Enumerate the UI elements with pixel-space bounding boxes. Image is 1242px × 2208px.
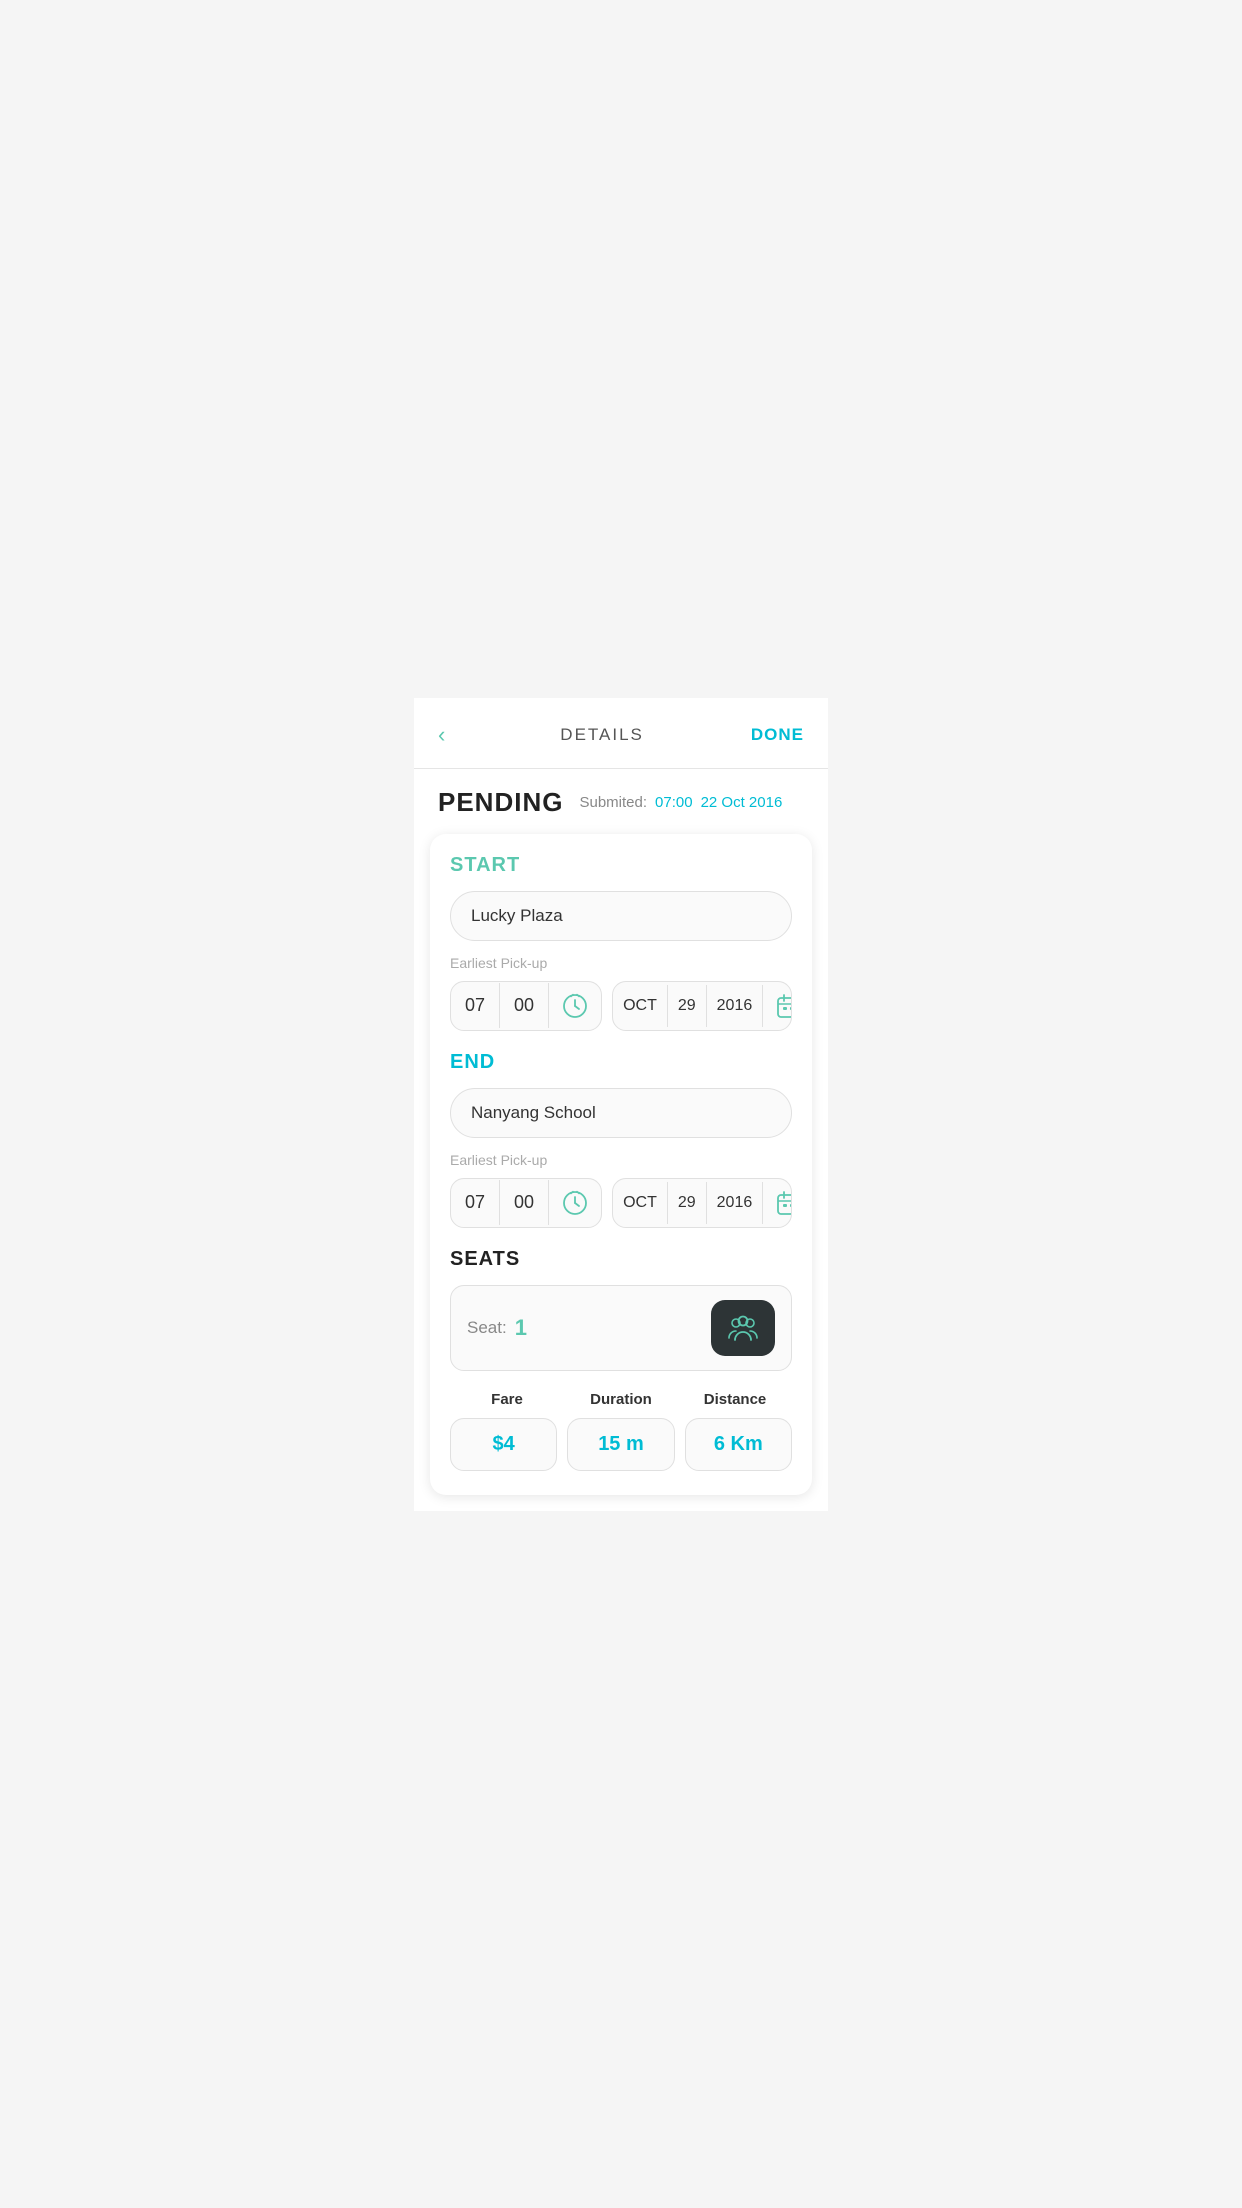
start-calendar-icon[interactable] [763,982,792,1030]
start-location[interactable]: Lucky Plaza [450,891,792,941]
end-month: OCT [613,1182,668,1224]
start-section: START Lucky Plaza Earliest Pick-up 07 00 [450,854,792,1031]
seat-count: 1 [515,1315,527,1341]
stats-values: $4 15 m 6 Km [450,1418,792,1471]
submitted-row: Submited: 07:00 22 Oct 2016 [579,794,782,811]
status-label: PENDING [438,787,563,818]
start-month: OCT [613,985,668,1027]
main-card: START Lucky Plaza Earliest Pick-up 07 00 [430,834,812,1495]
start-day: 29 [668,985,707,1027]
end-minute: 00 [500,1180,549,1225]
fare-title: Fare [450,1391,564,1408]
submitted-text: Submited: [579,794,647,811]
distance-title: Distance [678,1391,792,1408]
seats-row[interactable]: Seat: 1 [450,1285,792,1371]
done-button[interactable]: DONE [751,725,804,745]
end-section: END Nanyang School Earliest Pick-up 07 0… [450,1051,792,1228]
duration-title: Duration [564,1391,678,1408]
start-time-date-row: 07 00 OCT 29 [450,981,792,1031]
start-year: 2016 [707,985,764,1027]
start-date-box[interactable]: OCT 29 2016 [612,981,792,1031]
start-minute: 00 [500,983,549,1028]
end-time-box[interactable]: 07 00 [450,1178,602,1228]
end-day: 29 [668,1182,707,1224]
submitted-date: 22 Oct 2016 [701,794,783,811]
people-button[interactable] [711,1300,775,1356]
end-hour: 07 [451,1180,500,1225]
back-button[interactable]: ‹ [438,718,453,752]
end-title: END [450,1051,792,1074]
duration-value: 15 m [598,1433,644,1455]
start-hour: 07 [451,983,500,1028]
end-clock-icon[interactable] [549,1179,601,1227]
page-header: ‹ DETAILS DONE [414,698,828,769]
seats-title: SEATS [450,1248,792,1271]
seat-label: Seat: [467,1318,507,1338]
fare-box: $4 [450,1418,557,1471]
seat-left: Seat: 1 [467,1315,527,1341]
fare-value: $4 [493,1433,515,1455]
end-location[interactable]: Nanyang School [450,1088,792,1138]
start-time-box[interactable]: 07 00 [450,981,602,1031]
end-year: 2016 [707,1182,764,1224]
distance-box: 6 Km [685,1418,792,1471]
start-title: START [450,854,792,877]
end-pickup-label: Earliest Pick-up [450,1152,792,1168]
end-time-date-row: 07 00 OCT 29 2016 [450,1178,792,1228]
distance-value: 6 Km [714,1433,763,1455]
start-clock-icon[interactable] [549,982,601,1030]
end-calendar-icon[interactable] [763,1179,792,1227]
status-bar: PENDING Submited: 07:00 22 Oct 2016 [414,769,828,830]
duration-box: 15 m [567,1418,674,1471]
end-date-box[interactable]: OCT 29 2016 [612,1178,792,1228]
stats-header: Fare Duration Distance [450,1391,792,1408]
submitted-time: 07:00 [655,794,693,811]
seats-section: SEATS Seat: 1 [450,1248,792,1371]
page-title: DETAILS [560,725,644,745]
start-pickup-label: Earliest Pick-up [450,955,792,971]
